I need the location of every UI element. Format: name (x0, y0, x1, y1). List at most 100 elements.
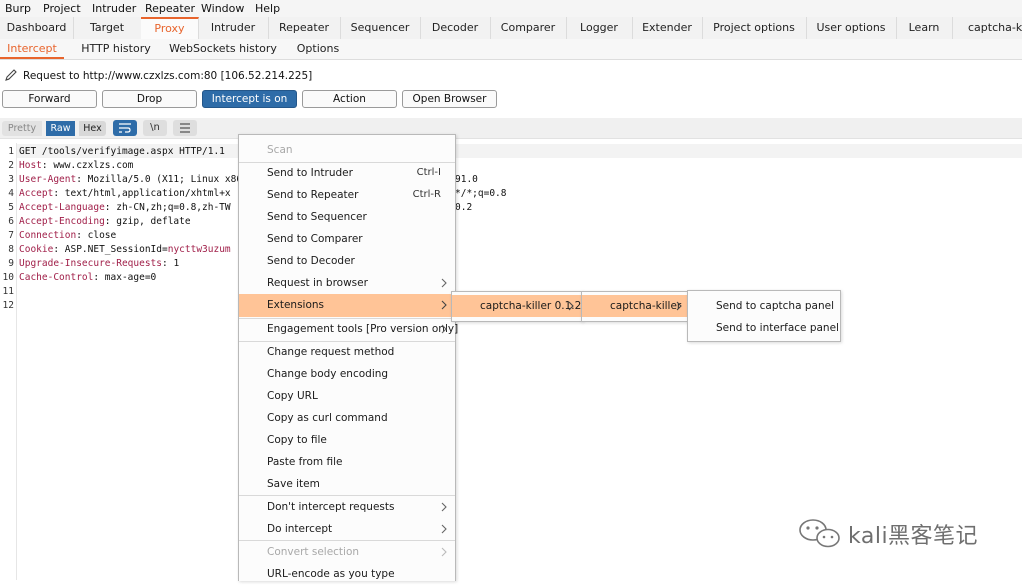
header-value-fragment: 91.0 (455, 174, 478, 185)
menu-item-captcha-killer[interactable]: captcha-killer (582, 295, 690, 317)
line-number: 5 (8, 202, 14, 213)
tab-target[interactable]: Target (73, 17, 142, 39)
menu-item-scan[interactable]: Scan (239, 139, 455, 161)
menu-item-extensions[interactable]: Extensions (239, 294, 455, 317)
request-target-info: Request to http://www.czxlzs.com:80 [106… (23, 70, 313, 82)
tab-repeater[interactable]: Repeater (268, 17, 341, 39)
menu-item-send-to-interface-panel[interactable]: Send to interface panel (688, 317, 840, 339)
tab-comparer[interactable]: Comparer (490, 17, 567, 39)
menu-item-copy-url[interactable]: Copy URL (239, 385, 455, 407)
menu-item-save-item[interactable]: Save item (239, 473, 455, 495)
header-line: User-Agent: Mozilla/5.0 (X11; Linux x86 (19, 174, 243, 185)
hamburger-menu-icon[interactable] (173, 120, 197, 136)
menu-item-send-to-comparer[interactable]: Send to Comparer (239, 228, 455, 250)
header-line: Cookie: ASP.NET_SessionId=nycttw3uzum (19, 244, 231, 255)
tab-intruder[interactable]: Intruder (198, 17, 269, 39)
header-line: Cache-Control: max-age=0 (19, 272, 157, 283)
line-number: 8 (8, 244, 14, 255)
view-hex-button[interactable]: Hex (79, 121, 106, 136)
extensions-submenu: captcha-killer 0.1.2 (451, 291, 583, 322)
menu-item-copy-as-curl[interactable]: Copy as curl command (239, 407, 455, 429)
chevron-right-icon (441, 502, 447, 512)
tab-learn[interactable]: Learn (896, 17, 953, 39)
tab-sequencer[interactable]: Sequencer (340, 17, 421, 39)
line-number: 7 (8, 230, 14, 241)
menu-window[interactable]: Window (201, 2, 244, 15)
line-number: 9 (8, 258, 14, 269)
tab-user-options[interactable]: User options (806, 17, 897, 39)
proxy-subtabs: Intercept HTTP history WebSockets histor… (0, 39, 1022, 60)
tab-dashboard[interactable]: Dashboard (0, 17, 74, 39)
wrap-lines-icon[interactable] (113, 120, 137, 136)
header-line: Accept: text/html,application/xhtml+x (19, 188, 231, 199)
menubar: Burp Project Intruder Repeater Window He… (0, 0, 1022, 17)
chevron-right-icon (441, 300, 447, 310)
tab-extender[interactable]: Extender (632, 17, 703, 39)
forward-button[interactable]: Forward (2, 90, 97, 108)
intercept-toggle-button[interactable]: Intercept is on (202, 90, 297, 108)
watermark-text: kali黑客笔记 (848, 524, 979, 549)
header-line: Accept-Encoding: gzip, deflate (19, 216, 191, 227)
view-pretty-button[interactable]: Pretty (2, 121, 42, 136)
line-number: 3 (8, 174, 14, 185)
line-number: 10 (2, 272, 14, 283)
menu-item-dont-intercept[interactable]: Don't intercept requests (239, 496, 455, 518)
main-tabbar: Dashboard Target Proxy Intruder Repeater… (0, 17, 1022, 40)
menu-item-do-intercept[interactable]: Do intercept (239, 518, 455, 540)
line-number: 6 (8, 216, 14, 227)
menu-item-change-body-encoding[interactable]: Change body encoding (239, 363, 455, 385)
subtab-options[interactable]: Options (290, 39, 346, 59)
drop-button[interactable]: Drop (102, 90, 197, 108)
header-line: Accept-Language: zh-CN,zh;q=0.8,zh-TW (19, 202, 231, 213)
line-number: 1 (8, 146, 14, 157)
header-line: Connection: close (19, 230, 117, 241)
menu-repeater[interactable]: Repeater (145, 2, 195, 15)
menu-item-copy-to-file[interactable]: Copy to file (239, 429, 455, 451)
chevron-right-icon (441, 324, 447, 334)
menu-burp[interactable]: Burp (5, 2, 31, 15)
tab-logger[interactable]: Logger (566, 17, 633, 39)
menu-item-send-to-repeater[interactable]: Send to Repeater Ctrl-R (239, 184, 455, 206)
captcha-actions-submenu: Send to captcha panel Send to interface … (687, 290, 841, 342)
chevron-right-icon (441, 547, 447, 557)
context-menu: Scan Send to Intruder Ctrl-I Send to Repe… (238, 134, 458, 581)
action-button[interactable]: Action (302, 90, 397, 108)
subtab-http-history[interactable]: HTTP history (76, 39, 156, 59)
header-line: Host: www.czxlzs.com (19, 160, 134, 171)
captcha-killer-submenu: captcha-killer (581, 291, 691, 322)
newline-toggle-button[interactable]: \n (143, 120, 167, 136)
subtab-intercept[interactable]: Intercept (0, 39, 64, 59)
menu-item-send-to-sequencer[interactable]: Send to Sequencer (239, 206, 455, 228)
tab-project-options[interactable]: Project options (702, 17, 807, 39)
line-number: 12 (2, 300, 14, 311)
menu-item-captcha-killer-version[interactable]: captcha-killer 0.1.2 (452, 295, 582, 317)
tab-decoder[interactable]: Decoder (420, 17, 491, 39)
menu-item-change-request-method[interactable]: Change request method (239, 341, 455, 363)
line-number: 2 (8, 160, 14, 171)
view-raw-button[interactable]: Raw (46, 121, 75, 136)
menu-intruder[interactable]: Intruder (92, 2, 136, 15)
line-number: 11 (2, 286, 14, 297)
chevron-right-icon (441, 524, 447, 534)
header-line: Upgrade-Insecure-Requests: 1 (19, 258, 180, 269)
menu-item-engagement-tools[interactable]: Engagement tools [Pro version only] (239, 318, 458, 340)
header-value-fragment: */*;q=0.8 (455, 188, 507, 199)
request-line: GET /tools/verifyimage.aspx HTTP/1.1 (19, 146, 225, 157)
menu-item-send-to-captcha-panel[interactable]: Send to captcha panel (688, 295, 840, 317)
menu-item-send-to-intruder[interactable]: Send to Intruder Ctrl-I (239, 162, 455, 184)
menu-item-convert-selection[interactable]: Convert selection (239, 541, 455, 563)
tab-captcha-killer[interactable]: captcha-killer (952, 17, 1022, 39)
subtab-websockets-history[interactable]: WebSockets history (168, 39, 278, 59)
tab-proxy[interactable]: Proxy (141, 17, 199, 39)
chevron-right-icon (441, 278, 447, 288)
wechat-logo-icon (799, 519, 840, 548)
open-browser-button[interactable]: Open Browser (402, 90, 497, 108)
menu-item-paste-from-file[interactable]: Paste from file (239, 451, 455, 473)
menu-item-request-in-browser[interactable]: Request in browser (239, 272, 455, 294)
menu-item-url-encode-as-you-type[interactable]: URL-encode as you type (239, 563, 455, 585)
menu-item-send-to-decoder[interactable]: Send to Decoder (239, 250, 455, 272)
pencil-icon[interactable] (4, 68, 18, 82)
menu-project[interactable]: Project (43, 2, 81, 15)
line-number: 4 (8, 188, 14, 199)
menu-help[interactable]: Help (255, 2, 280, 15)
